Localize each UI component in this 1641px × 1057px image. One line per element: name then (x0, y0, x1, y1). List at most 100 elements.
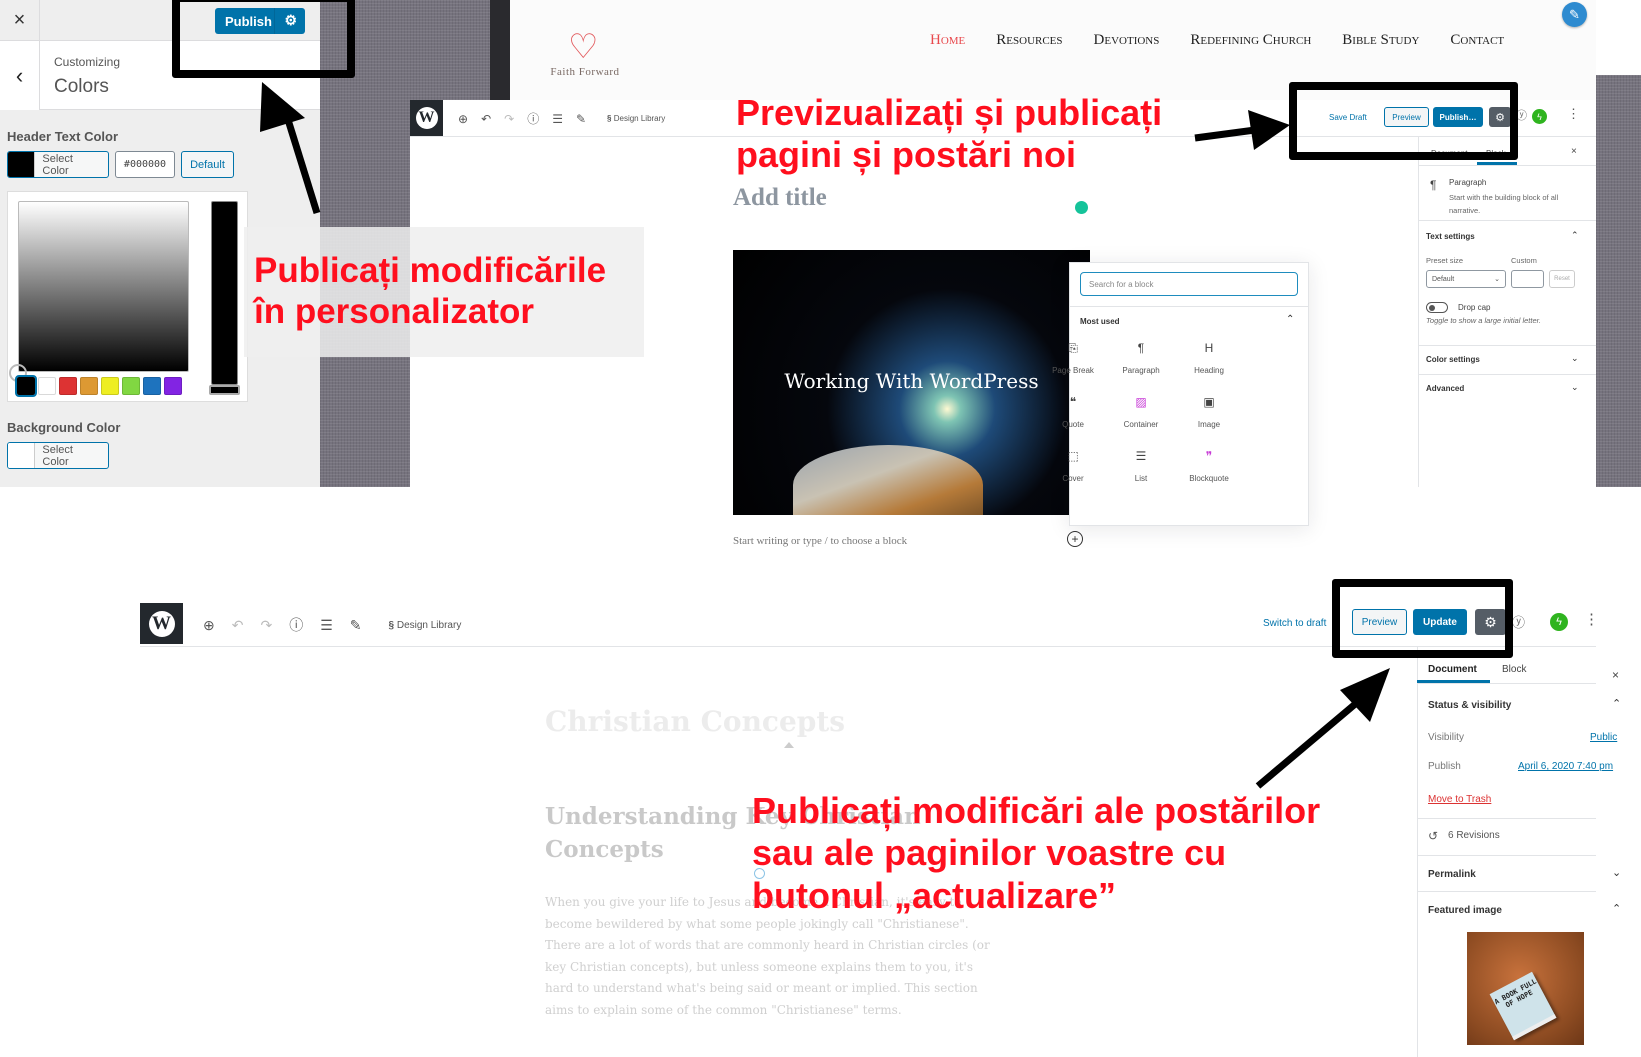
palette-swatch[interactable] (38, 377, 56, 395)
header-text-color-default-button[interactable]: Default (181, 151, 234, 178)
most-used-heading[interactable]: Most used (1080, 317, 1120, 326)
background-color-select-button[interactable]: Select Color (7, 442, 109, 469)
color-picker-saturation-area[interactable] (18, 201, 189, 372)
redo-icon[interactable]: ↷ (260, 617, 272, 634)
publish-date-link[interactable]: April 6, 2020 7:40 pm (1518, 761, 1613, 772)
pencil-icon[interactable]: ✎ (350, 617, 362, 634)
outline-icon[interactable]: ☰ (552, 112, 563, 126)
nav-item-bible-study[interactable]: Bible Study (1342, 32, 1419, 49)
divider (1419, 374, 1596, 375)
stackable-icon: § (607, 114, 612, 123)
featured-image-panel[interactable]: Featured image (1428, 905, 1502, 916)
custom-size-label: Custom (1511, 256, 1537, 265)
site-logo[interactable]: ♡ Faith Forward (530, 30, 640, 85)
add-block-icon[interactable]: ⊕ (203, 617, 215, 634)
cover-block-title[interactable]: Working With WordPress (733, 369, 1090, 393)
nav-item-contact[interactable]: Contact (1450, 32, 1504, 49)
design-library-button[interactable]: § Design Library (607, 114, 665, 123)
tab-block[interactable]: Block (1502, 664, 1526, 675)
wordpress-logo-button[interactable]: W (410, 100, 443, 136)
palette-swatch[interactable] (80, 377, 98, 395)
close-icon[interactable]: × (0, 0, 40, 40)
block-item-list[interactable]: ☰ List (1106, 449, 1176, 483)
chevron-down-icon[interactable]: ⌄ (1571, 382, 1579, 393)
info-icon[interactable]: ⓘ (527, 110, 539, 127)
undo-icon[interactable]: ↶ (232, 617, 244, 634)
block-item-cover[interactable]: ⬚ Cover (1038, 449, 1108, 483)
design-library-button[interactable]: § Design Library (389, 620, 462, 631)
palette-swatch[interactable] (15, 375, 37, 397)
divider (1419, 345, 1596, 346)
preset-size-select[interactable]: Default ⌄ (1426, 270, 1506, 288)
advanced-panel[interactable]: Advanced (1426, 384, 1464, 393)
chevron-up-icon[interactable]: ⌃ (1612, 697, 1621, 710)
block-item-page-break[interactable]: ⎘ Page Break (1038, 341, 1108, 375)
chevron-down-icon[interactable]: ⌄ (1612, 866, 1621, 879)
color-settings-panel[interactable]: Color settings (1426, 355, 1480, 364)
add-block-icon[interactable]: ⊕ (458, 112, 468, 126)
jetpack-icon[interactable]: ϟ (1532, 109, 1547, 124)
block-item-image[interactable]: ▣ Image (1174, 395, 1244, 429)
container-icon: ▨ (1135, 395, 1147, 409)
block-item-label: Blockquote (1189, 474, 1229, 483)
nav-item-redefining-church[interactable]: Redefining Church (1190, 32, 1311, 49)
info-icon[interactable]: ⓘ (289, 615, 303, 635)
preset-size-value: Default (1432, 275, 1455, 283)
palette-swatch[interactable] (143, 377, 161, 395)
post-title[interactable]: Christian Concepts (545, 705, 845, 738)
palette-swatch[interactable] (101, 377, 119, 395)
palette-swatch[interactable] (122, 377, 140, 395)
yoast-icon[interactable]: ⓨ (1512, 612, 1525, 631)
pencil-icon[interactable]: ✎ (576, 112, 586, 126)
wordpress-logo-button[interactable]: W (140, 603, 183, 644)
chevron-up-icon[interactable]: ⌃ (1571, 230, 1579, 241)
nav-item-devotions[interactable]: Devotions (1094, 32, 1160, 49)
drop-cap-toggle[interactable] (1426, 302, 1448, 313)
back-chevron-icon[interactable]: ‹ (0, 41, 40, 110)
outline-icon[interactable]: ☰ (320, 617, 333, 634)
nav-item-resources[interactable]: Resources (996, 32, 1062, 49)
nav-item-home[interactable]: Home (930, 32, 965, 49)
block-item-label: Paragraph (1122, 366, 1160, 375)
more-options-icon[interactable]: ⋮ (1567, 106, 1580, 122)
block-item-container[interactable]: ▨ Container (1106, 395, 1176, 429)
highlight-frame-customizer-publish (172, 0, 355, 78)
featured-image-thumbnail[interactable]: A BOOK FULL OF HOPE (1467, 932, 1584, 1045)
visibility-value-link[interactable]: Public (1590, 732, 1617, 743)
block-item-heading[interactable]: H Heading (1174, 341, 1244, 375)
palette-swatch[interactable] (59, 377, 77, 395)
block-item-paragraph[interactable]: ¶ Paragraph (1106, 341, 1176, 375)
reset-button[interactable]: Reset (1549, 270, 1575, 288)
permalink-panel[interactable]: Permalink (1428, 869, 1476, 880)
revisions-link[interactable]: 6 Revisions (1448, 830, 1500, 841)
block-item-quote[interactable]: ❝ Quote (1038, 395, 1108, 429)
text-settings-heading[interactable]: Text settings (1426, 232, 1475, 241)
block-search-input[interactable]: Search for a block (1080, 272, 1298, 296)
block-item-blockquote[interactable]: ❞ Blockquote (1174, 449, 1244, 483)
pencil-icon[interactable]: ✎ (1562, 2, 1587, 27)
paragraph-placeholder[interactable]: Start writing or type / to choose a bloc… (733, 535, 907, 547)
palette-swatch[interactable] (164, 377, 182, 395)
chevron-up-icon[interactable]: ⌃ (1286, 314, 1294, 325)
custom-size-input[interactable] (1511, 270, 1544, 288)
color-picker-hue-slider[interactable] (211, 201, 238, 385)
header-text-color-hex-input[interactable]: #000000 (115, 151, 175, 178)
status-visibility-panel[interactable]: Status & visibility (1428, 700, 1511, 711)
undo-icon[interactable]: ↶ (481, 112, 491, 126)
chevron-up-icon[interactable]: ⌃ (1612, 902, 1621, 915)
more-options-icon[interactable]: ⋮ (1584, 610, 1599, 628)
grammarly-icon[interactable] (1075, 201, 1088, 214)
close-icon[interactable]: × (1612, 668, 1619, 682)
add-block-icon[interactable]: + (1067, 531, 1083, 547)
chevron-down-icon[interactable]: ⌄ (1571, 353, 1579, 364)
block-item-label: Quote (1062, 420, 1084, 429)
jetpack-icon[interactable]: ϟ (1550, 613, 1568, 631)
hue-slider-handle[interactable] (209, 385, 240, 395)
move-to-trash-link[interactable]: Move to Trash (1428, 794, 1491, 805)
header-text-color-select-button[interactable]: Select Color (7, 151, 109, 178)
tab-document[interactable]: Document (1428, 664, 1477, 675)
switch-to-draft-button[interactable]: Switch to draft (1263, 618, 1326, 629)
post-title-input[interactable]: Add title (733, 184, 827, 212)
close-icon[interactable]: × (1571, 146, 1577, 157)
redo-icon[interactable]: ↷ (504, 112, 514, 126)
